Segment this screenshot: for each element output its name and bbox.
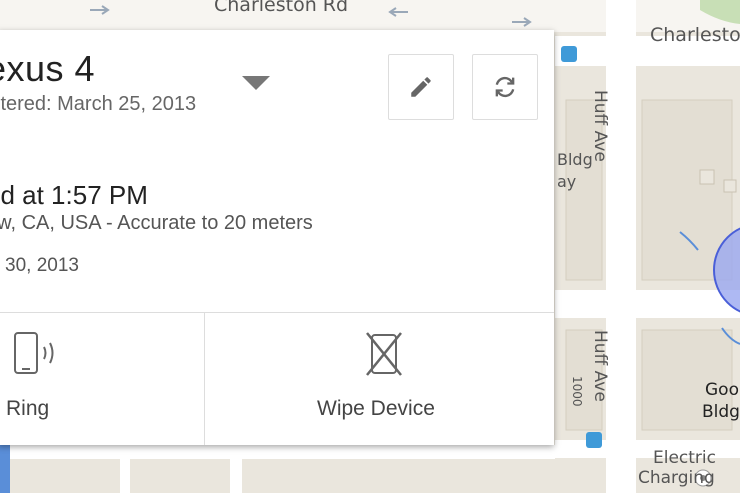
device-info-card: exus 4 istered: March 25, 2013 ed at 1:5… xyxy=(0,30,554,445)
bldg-left-label: Bldg xyxy=(557,150,593,169)
huff-ave-upper-label: Huff Ave xyxy=(590,90,610,162)
refresh-icon xyxy=(495,76,515,98)
bldg-left-fragment-label: ay xyxy=(557,172,577,191)
edit-button[interactable] xyxy=(388,54,454,120)
number-1000-label: 1000 xyxy=(570,376,584,407)
goog-bldg-label-2: Bldg xyxy=(702,402,740,422)
charging-label: Charging xyxy=(638,468,715,488)
charleston-rd-label: Charleston Rd xyxy=(214,0,349,16)
phone-ring-icon xyxy=(14,332,54,374)
ring-button[interactable]: Ring xyxy=(0,313,204,445)
pencil-icon xyxy=(411,77,431,97)
wipe-device-icon xyxy=(366,332,402,376)
wipe-device-label: Wipe Device xyxy=(317,397,435,420)
location-date: ly 30, 2013 xyxy=(0,255,79,276)
huff-ave-lower-label: Huff Ave xyxy=(590,330,610,402)
registered-date: istered: March 25, 2013 xyxy=(0,93,197,115)
goog-bldg-label-1: Goo xyxy=(705,380,739,400)
electric-label: Electric xyxy=(653,448,716,468)
located-time: ed at 1:57 PM xyxy=(0,180,148,210)
dropdown-arrow-icon[interactable] xyxy=(242,76,270,90)
charleston-label: Charleston xyxy=(650,24,740,46)
ring-label: Ring xyxy=(6,397,50,420)
location-address: ew, CA, USA - Accurate to 20 meters xyxy=(0,212,313,234)
refresh-button[interactable] xyxy=(472,54,538,120)
device-name: exus 4 xyxy=(0,48,96,89)
action-bar: Ring Wipe Device xyxy=(0,312,554,445)
wipe-device-button[interactable]: Wipe Device xyxy=(205,313,554,445)
